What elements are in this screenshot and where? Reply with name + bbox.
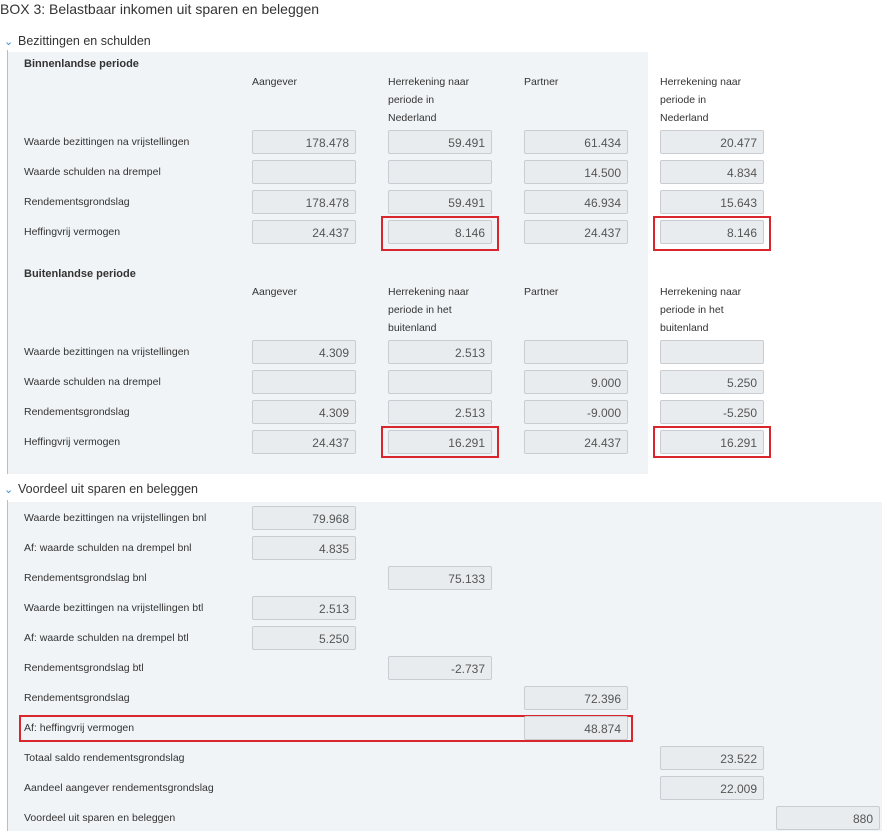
- row-label: Heffingvrij vermogen: [24, 436, 121, 448]
- value-field[interactable]: [388, 370, 492, 394]
- row-label: Waarde schulden na drempel: [24, 166, 161, 178]
- value-field[interactable]: 2.513: [388, 340, 492, 364]
- value-field[interactable]: 22.009: [660, 776, 764, 800]
- value-field[interactable]: [388, 160, 492, 184]
- row-label: Waarde bezittingen na vrijstellingen bnl: [24, 512, 207, 524]
- row-label: Af: waarde schulden na drempel bnl: [24, 542, 192, 554]
- row-label: Rendementsgrondslag: [24, 196, 130, 208]
- value-field[interactable]: 178.478: [252, 130, 356, 154]
- value-field[interactable]: 4.309: [252, 400, 356, 424]
- value-field[interactable]: 16.291: [660, 430, 764, 454]
- value-field[interactable]: 5.250: [660, 370, 764, 394]
- row-label: Waarde schulden na drempel: [24, 376, 161, 388]
- section-divider: [7, 50, 8, 474]
- value-field[interactable]: 59.491: [388, 190, 492, 214]
- value-field[interactable]: [660, 340, 764, 364]
- value-field[interactable]: 8.146: [388, 220, 492, 244]
- row-label: Rendementsgrondslag bnl: [24, 572, 147, 584]
- column-header: Partner: [524, 76, 559, 88]
- row-label: Af: waarde schulden na drempel btl: [24, 632, 189, 644]
- row-label: Af: heffingvrij vermogen: [24, 722, 135, 734]
- value-field[interactable]: 79.968: [252, 506, 356, 530]
- row-label: Totaal saldo rendementsgrondslag: [24, 752, 185, 764]
- value-field[interactable]: 72.396: [524, 686, 628, 710]
- column-header: Partner: [524, 286, 559, 298]
- column-header: Aangever: [252, 76, 297, 88]
- value-field[interactable]: -5.250: [660, 400, 764, 424]
- value-field[interactable]: 16.291: [388, 430, 492, 454]
- chevron-down-icon: ⌄: [4, 484, 14, 496]
- value-field[interactable]: [252, 160, 356, 184]
- row-label: Rendementsgrondslag btl: [24, 662, 144, 674]
- row-label: Waarde bezittingen na vrijstellingen: [24, 136, 190, 148]
- value-field[interactable]: 24.437: [252, 220, 356, 244]
- row-label: Waarde bezittingen na vrijstellingen: [24, 346, 190, 358]
- page-title: BOX 3: Belastbaar inkomen uit sparen en …: [0, 1, 320, 17]
- value-field[interactable]: 24.437: [252, 430, 356, 454]
- subsection-title-binnenland: Binnenlandse periode: [24, 58, 139, 70]
- section-header-label: Voordeel uit sparen en beleggen: [18, 482, 199, 496]
- row-label: Heffingvrij vermogen: [24, 226, 121, 238]
- value-field[interactable]: -9.000: [524, 400, 628, 424]
- value-field[interactable]: -2.737: [388, 656, 492, 680]
- row-label: Rendementsgrondslag: [24, 692, 130, 704]
- row-label: Rendementsgrondslag: [24, 406, 130, 418]
- value-field[interactable]: 2.513: [252, 596, 356, 620]
- value-field[interactable]: 75.133: [388, 566, 492, 590]
- value-field[interactable]: 178.478: [252, 190, 356, 214]
- value-field[interactable]: 4.834: [660, 160, 764, 184]
- value-field[interactable]: 46.934: [524, 190, 628, 214]
- value-field[interactable]: 2.513: [388, 400, 492, 424]
- value-field[interactable]: 4.835: [252, 536, 356, 560]
- value-field[interactable]: 61.434: [524, 130, 628, 154]
- column-header: Herrekening naar periode in Nederland: [660, 76, 742, 124]
- value-field[interactable]: [524, 340, 628, 364]
- column-header: Aangever: [252, 286, 297, 298]
- subsection-title-buitenland: Buitenlandse periode: [24, 268, 136, 280]
- section-header-bezittingen[interactable]: ⌄ Bezittingen en schulden: [4, 34, 151, 48]
- value-field[interactable]: 24.437: [524, 220, 628, 244]
- value-field[interactable]: 5.250: [252, 626, 356, 650]
- row-label: Waarde bezittingen na vrijstellingen btl: [24, 602, 204, 614]
- value-field[interactable]: 48.874: [524, 716, 628, 740]
- value-field[interactable]: 23.522: [660, 746, 764, 770]
- column-header: Herrekening naar periode in het buitenla…: [660, 286, 742, 334]
- value-field[interactable]: 9.000: [524, 370, 628, 394]
- row-label: Aandeel aangever rendementsgrondslag: [24, 782, 214, 794]
- value-field[interactable]: [252, 370, 356, 394]
- value-field[interactable]: 4.309: [252, 340, 356, 364]
- column-header: Herrekening naar periode in het buitenla…: [388, 286, 470, 334]
- chevron-down-icon: ⌄: [4, 36, 14, 48]
- value-field[interactable]: 15.643: [660, 190, 764, 214]
- row-label: Voordeel uit sparen en beleggen: [24, 812, 176, 824]
- value-field[interactable]: 24.437: [524, 430, 628, 454]
- value-field[interactable]: 20.477: [660, 130, 764, 154]
- column-header: Herrekening naar periode in Nederland: [388, 76, 470, 124]
- section-header-label: Bezittingen en schulden: [18, 34, 151, 48]
- value-field[interactable]: 8.146: [660, 220, 764, 244]
- value-field[interactable]: 14.500: [524, 160, 628, 184]
- value-field[interactable]: 880: [776, 806, 880, 830]
- section-header-voordeel[interactable]: ⌄ Voordeel uit sparen en beleggen: [4, 482, 198, 496]
- value-field[interactable]: 59.491: [388, 130, 492, 154]
- section-divider: [7, 500, 8, 831]
